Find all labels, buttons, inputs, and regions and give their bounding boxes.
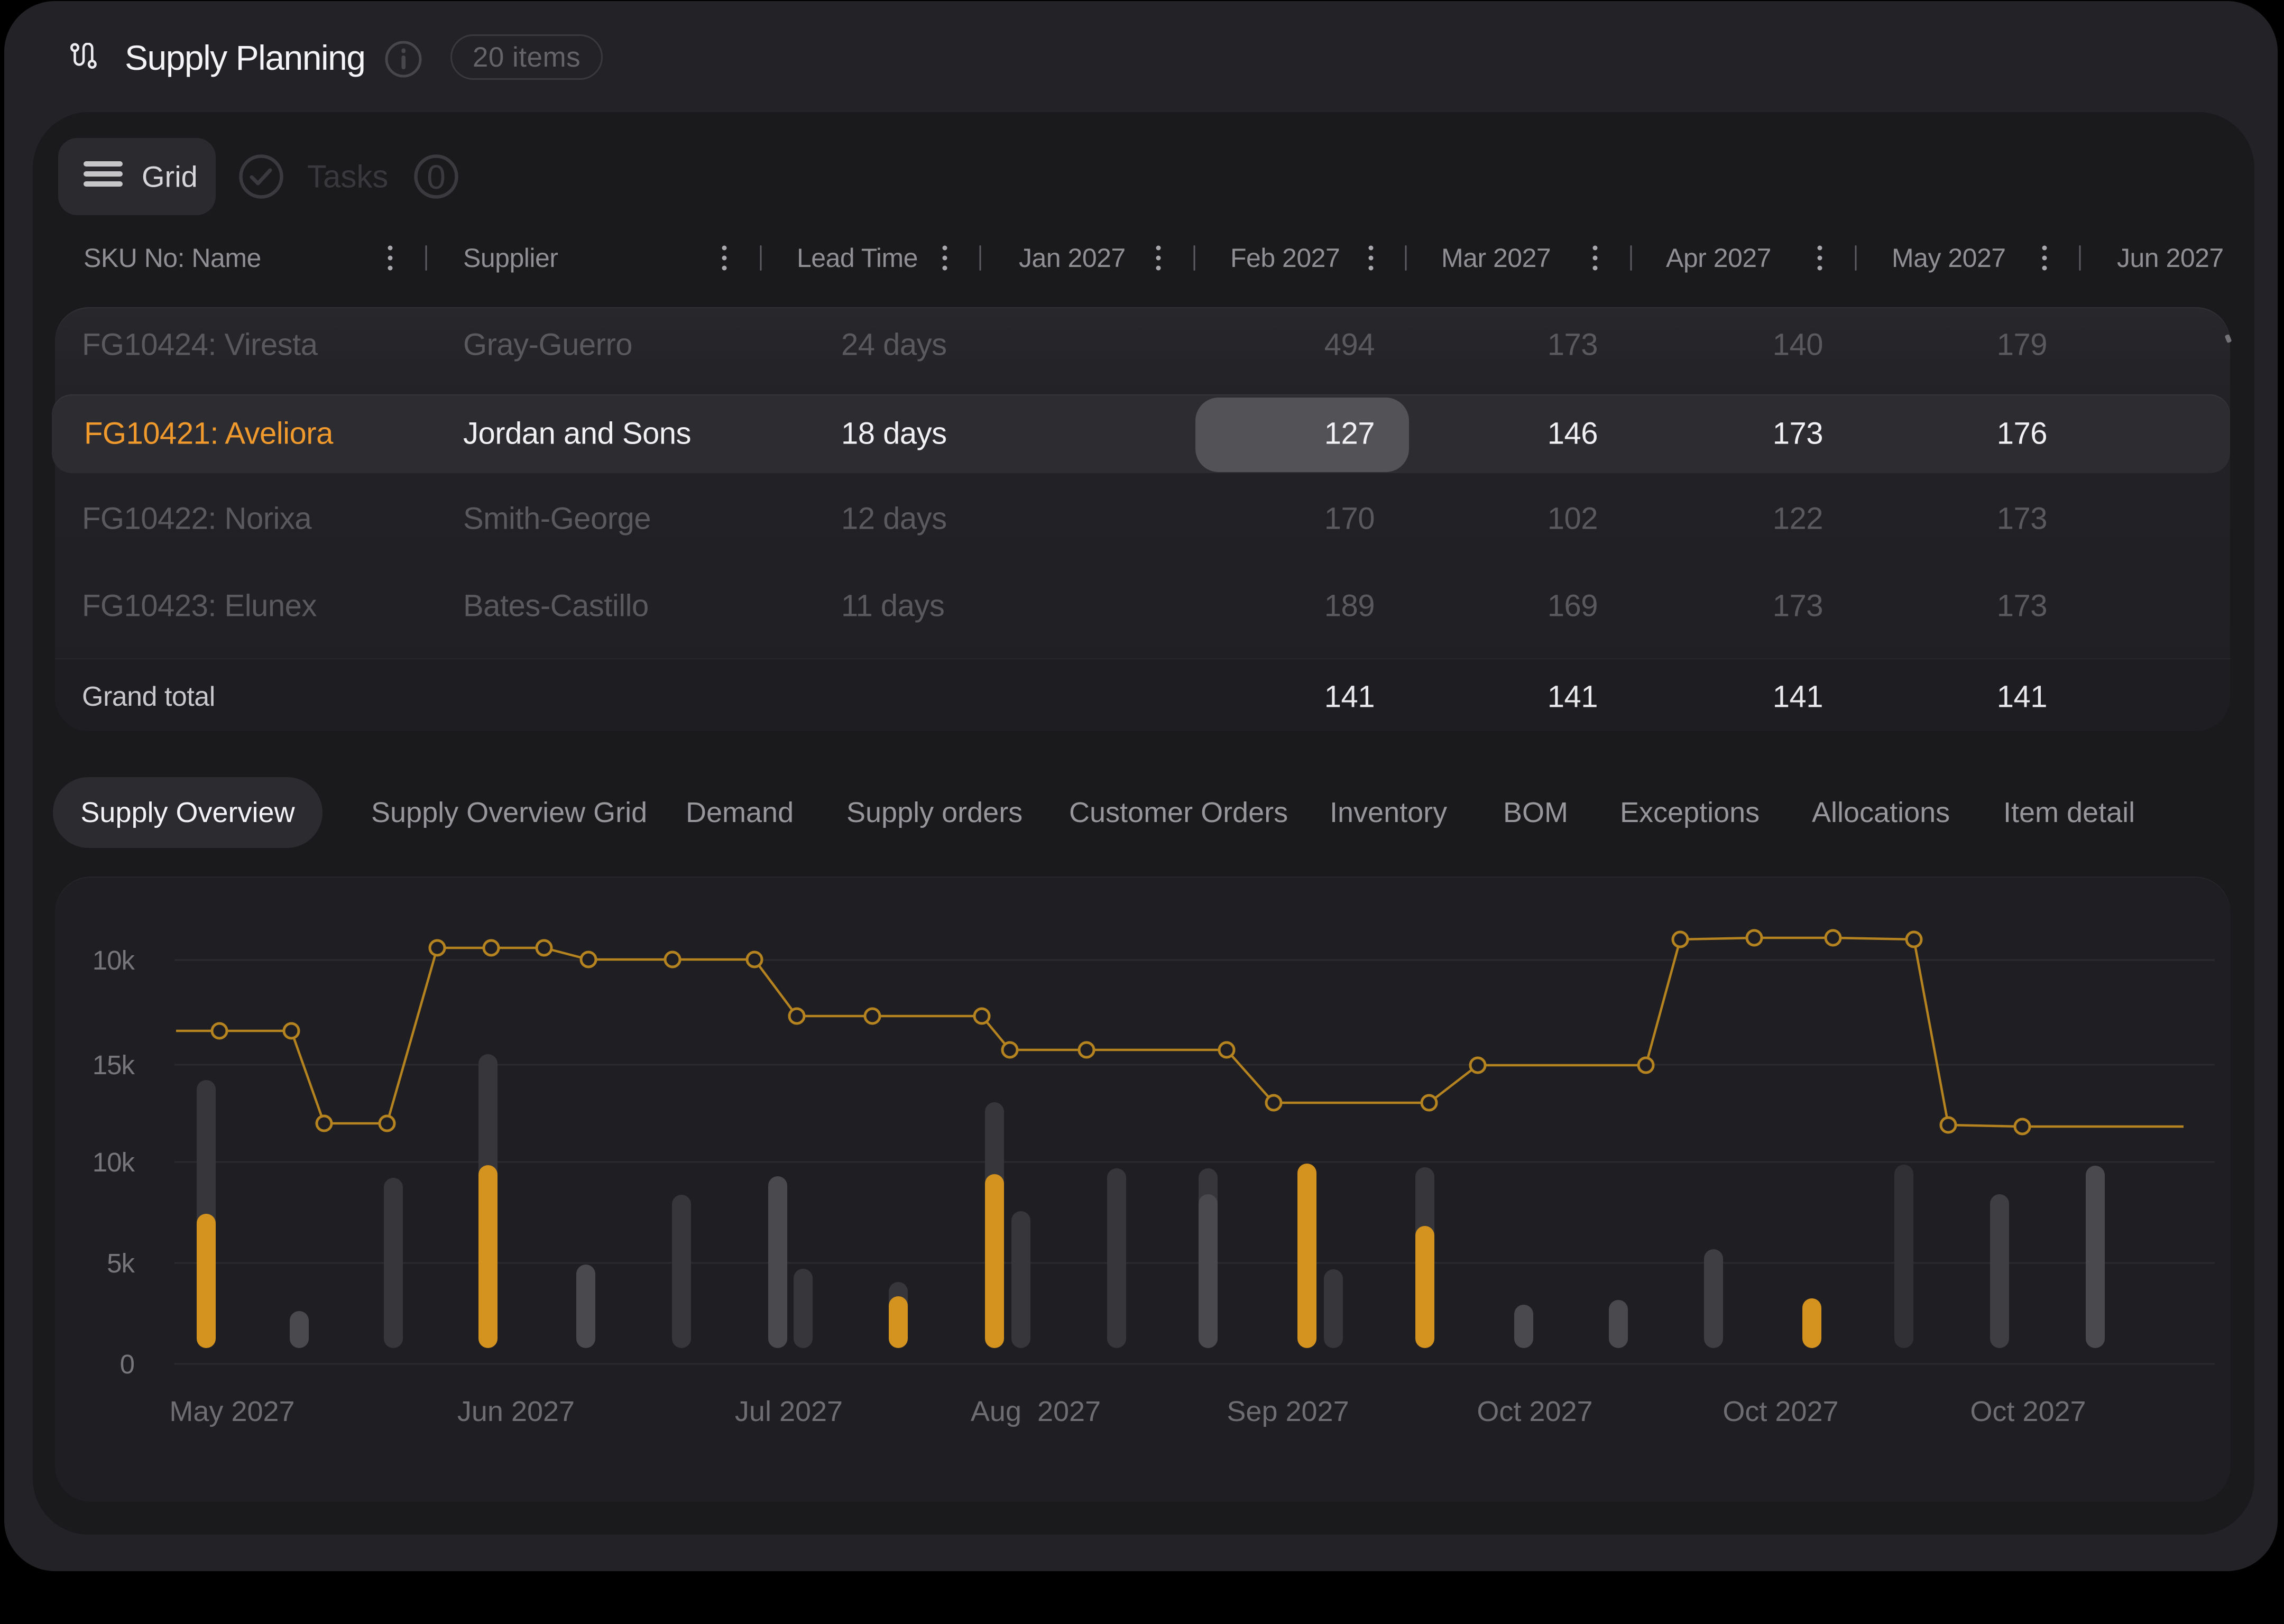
svg-text:Sep 2027: Sep 2027 xyxy=(1227,1396,1349,1427)
svg-text:10k: 10k xyxy=(93,1147,135,1177)
svg-text:15k: 15k xyxy=(93,1050,135,1080)
svg-text:May 2027: May 2027 xyxy=(169,1396,294,1427)
svg-text:5k: 5k xyxy=(107,1248,135,1278)
svg-text:10k: 10k xyxy=(93,945,135,975)
svg-text:Aug 2027: Aug 2027 xyxy=(971,1396,1101,1427)
svg-text:Oct 2027: Oct 2027 xyxy=(1970,1396,2086,1427)
svg-text:Oct 2027: Oct 2027 xyxy=(1723,1396,1838,1427)
svg-text:Jun 2027: Jun 2027 xyxy=(457,1396,575,1427)
svg-text:0: 0 xyxy=(427,158,446,196)
svg-text:Jul 2027: Jul 2027 xyxy=(735,1396,843,1427)
svg-text:Oct 2027: Oct 2027 xyxy=(1477,1396,1592,1427)
svg-text:0: 0 xyxy=(120,1349,134,1379)
